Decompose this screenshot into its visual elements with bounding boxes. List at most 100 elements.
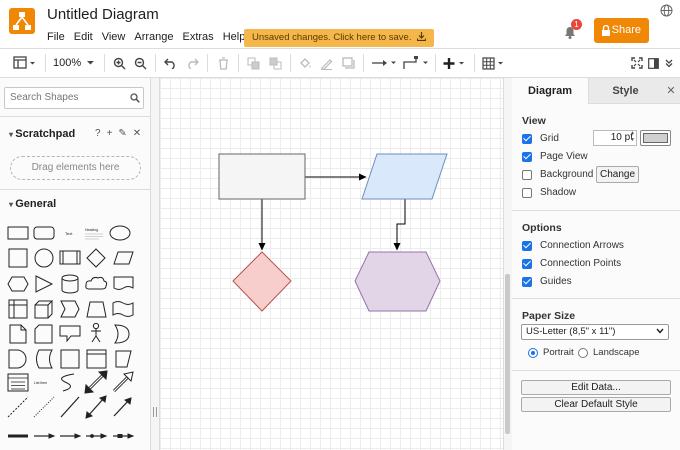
shape-container[interactable] xyxy=(86,349,107,369)
shape-cloud[interactable] xyxy=(85,276,108,290)
shadow-icon[interactable] xyxy=(341,54,355,72)
paper-size-select[interactable]: US-Letter (8,5" x 11") xyxy=(521,324,669,340)
edit-icon[interactable]: ✎ xyxy=(118,128,126,139)
shape-textbox[interactable]: Heading xyxy=(85,228,103,240)
line-color-icon[interactable] xyxy=(319,54,333,72)
shape-manual-input[interactable] xyxy=(115,350,132,368)
notifications-button[interactable]: 1 xyxy=(560,19,582,42)
guides-checkbox-box[interactable] xyxy=(522,276,532,287)
zoom-in-icon[interactable] xyxy=(112,54,126,72)
redo-icon[interactable] xyxy=(185,54,199,72)
format-panel-icon[interactable] xyxy=(12,54,38,72)
shape-list[interactable] xyxy=(7,373,29,392)
page-view-checkbox-box[interactable] xyxy=(522,151,532,162)
tab-diagram[interactable]: Diagram xyxy=(512,78,588,104)
background-checkbox[interactable]: Background xyxy=(522,169,593,180)
shape-list-item[interactable]: List Item xyxy=(34,381,47,385)
connection-arrows-checkbox-box[interactable] xyxy=(522,240,532,251)
shadow-checkbox[interactable]: Shadow xyxy=(522,187,576,198)
diagram-canvas[interactable] xyxy=(160,78,503,450)
search-shapes-input[interactable]: Search Shapes xyxy=(4,87,144,109)
shape-square-2[interactable] xyxy=(60,349,80,369)
grid-color-button[interactable] xyxy=(640,130,671,146)
fullscreen-icon[interactable] xyxy=(630,54,644,72)
shape-curve[interactable] xyxy=(61,373,75,392)
zoom-out-icon[interactable] xyxy=(133,54,147,72)
menu-file[interactable]: File xyxy=(47,31,65,43)
fill-color-icon[interactable] xyxy=(298,54,312,72)
shape-connector-arrow-2[interactable] xyxy=(60,433,82,439)
menu-edit[interactable]: Edit xyxy=(74,31,93,43)
collapse-icon[interactable] xyxy=(663,54,675,72)
close-panel-icon[interactable]: ✕ xyxy=(662,78,680,104)
close-icon[interactable]: ✕ xyxy=(133,128,141,139)
shape-document[interactable] xyxy=(113,276,134,290)
shape-diamond[interactable] xyxy=(86,248,106,268)
to-back-icon[interactable] xyxy=(268,54,282,72)
guides-checkbox[interactable]: Guides xyxy=(522,276,572,287)
landscape-radio-dot[interactable] xyxy=(578,347,588,358)
shape-tape[interactable] xyxy=(112,301,134,317)
general-title[interactable]: ▾ General xyxy=(9,198,56,210)
connection-arrows-checkbox[interactable]: Connection Arrows xyxy=(522,240,624,251)
shape-card[interactable] xyxy=(34,324,53,344)
shape-internal-storage[interactable] xyxy=(8,299,28,319)
shape-connector-with-label[interactable] xyxy=(86,433,108,439)
format-icon[interactable] xyxy=(647,54,659,72)
shape-actor[interactable] xyxy=(91,322,101,343)
shape-dotted-line[interactable] xyxy=(33,396,55,418)
connection-points-checkbox[interactable]: Connection Points xyxy=(522,258,621,269)
globe-icon[interactable] xyxy=(660,4,673,17)
share-button[interactable]: Share xyxy=(594,18,649,43)
page-view-checkbox[interactable]: Page View xyxy=(522,151,588,162)
grid-checkbox-box[interactable] xyxy=(522,133,532,144)
shape-rectangle-node[interactable] xyxy=(218,153,306,200)
panel-splitter[interactable] xyxy=(151,78,160,450)
scratchpad-title[interactable]: ▾ Scratchpad xyxy=(9,128,75,140)
background-checkbox-box[interactable] xyxy=(522,169,532,180)
menu-view[interactable]: View xyxy=(102,31,126,43)
shape-arrow[interactable] xyxy=(112,371,134,393)
undo-icon[interactable] xyxy=(163,54,177,72)
menu-arrange[interactable]: Arrange xyxy=(134,31,173,43)
shape-circle[interactable] xyxy=(34,248,54,268)
shape-rounded-rectangle[interactable] xyxy=(33,226,55,240)
shape-connector-with-symbol[interactable] xyxy=(113,433,135,439)
menu-extras[interactable]: Extras xyxy=(183,31,214,43)
grid-checkbox[interactable]: Grid xyxy=(522,133,559,144)
delete-icon[interactable] xyxy=(216,54,230,72)
diagram-title[interactable]: Untitled Diagram xyxy=(47,6,159,23)
shape-link-arrow[interactable] xyxy=(34,433,56,439)
to-front-icon[interactable] xyxy=(246,54,260,72)
shape-triangle[interactable] xyxy=(35,275,54,293)
shape-process[interactable] xyxy=(59,250,81,265)
tab-style[interactable]: Style xyxy=(588,78,662,104)
shape-square[interactable] xyxy=(8,248,28,268)
portrait-radio-dot[interactable] xyxy=(528,347,538,358)
shape-parallelogram-node[interactable] xyxy=(361,153,448,200)
shape-step[interactable] xyxy=(60,300,80,318)
waypoints-icon[interactable] xyxy=(402,54,430,72)
shape-callout[interactable] xyxy=(59,325,81,343)
shape-cylinder[interactable] xyxy=(61,274,79,294)
grid-size-stepper[interactable]: ▲ ▼ xyxy=(630,130,635,144)
shape-dashed-line[interactable] xyxy=(7,396,29,418)
portrait-radio[interactable]: Portrait xyxy=(528,347,574,358)
menu-help[interactable]: Help xyxy=(223,31,246,43)
connection-points-checkbox-box[interactable] xyxy=(522,258,532,269)
insert-icon[interactable] xyxy=(442,54,468,72)
shape-trapezoid[interactable] xyxy=(86,301,107,318)
shape-parallelogram[interactable] xyxy=(113,251,134,265)
connector-parallelogram-to-hexagon[interactable] xyxy=(393,199,406,251)
shape-ellipse[interactable] xyxy=(109,225,131,241)
shape-directional-connector[interactable] xyxy=(113,397,132,417)
canvas-scrollbar-thumb[interactable] xyxy=(505,274,510,434)
change-background-button[interactable]: Change xyxy=(596,166,639,183)
shape-hexagon[interactable] xyxy=(7,276,29,292)
shape-bidirectional-connector[interactable] xyxy=(85,395,107,419)
shape-rhombus-node[interactable] xyxy=(232,251,292,312)
unsaved-changes-button[interactable]: Unsaved changes. Click here to save. xyxy=(244,29,435,47)
shape-delay[interactable] xyxy=(8,349,27,369)
edit-data-button[interactable]: Edit Data... xyxy=(521,380,671,395)
shape-hexagon-node[interactable] xyxy=(354,251,441,312)
